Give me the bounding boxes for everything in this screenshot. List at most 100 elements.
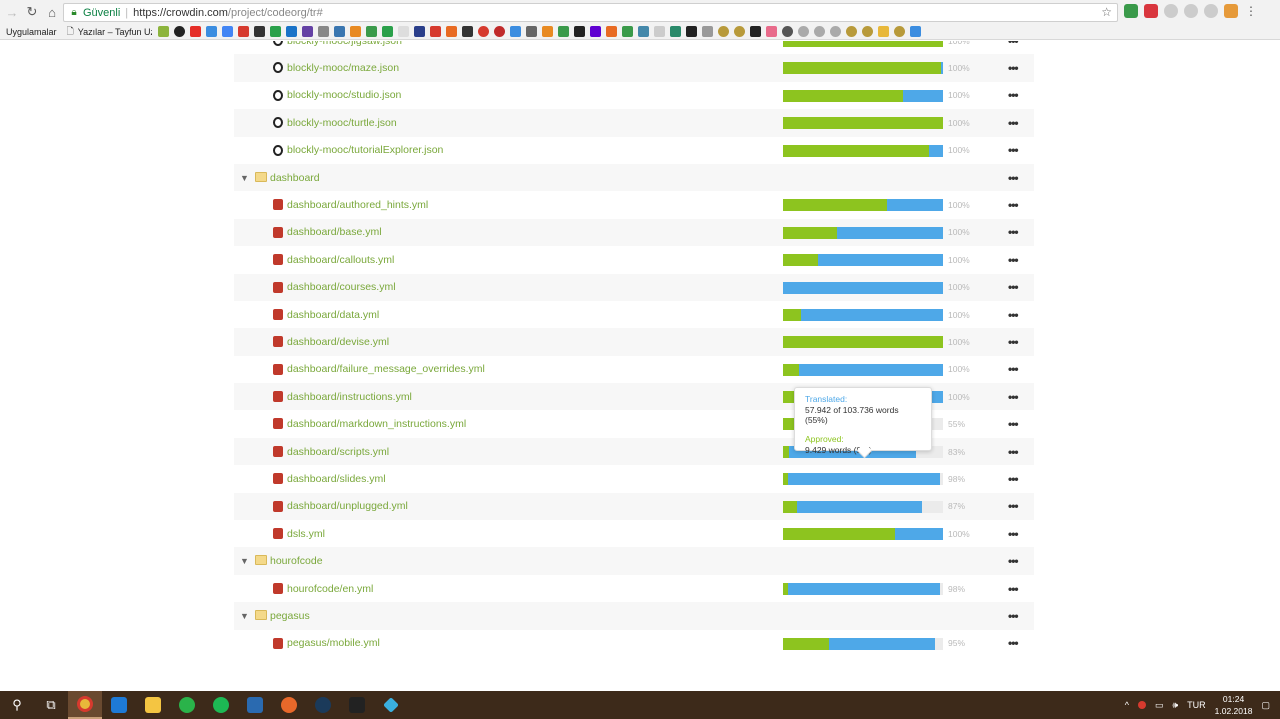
bookmark-icon[interactable] — [365, 26, 377, 37]
file-name-link[interactable]: dashboard/failure_message_overrides.yml — [287, 363, 485, 375]
spotify-taskbar-icon[interactable] — [204, 691, 238, 719]
file-row[interactable]: dashboard/base.yml 100% ••• — [234, 218, 1034, 247]
progress-bar[interactable] — [783, 62, 943, 75]
bookmark-icon[interactable] — [797, 26, 809, 37]
file-row[interactable]: hourofcode/en.yml 98% ••• — [234, 575, 1034, 602]
file-row[interactable]: dashboard/failure_message_overrides.yml 1… — [234, 356, 1034, 383]
file-name-link[interactable]: pegasus/mobile.yml — [287, 637, 380, 649]
extension-gray-icon-2[interactable] — [1184, 4, 1198, 18]
progress-bar[interactable] — [783, 363, 943, 376]
file-name-link[interactable]: dashboard/data.yml — [287, 309, 379, 321]
more-options-icon[interactable]: ••• — [1008, 636, 1019, 650]
file-row[interactable]: dashboard/slides.yml 98% ••• — [234, 465, 1034, 492]
more-options-icon[interactable]: ••• — [1008, 527, 1019, 541]
explorer-taskbar-icon[interactable] — [136, 691, 170, 719]
file-name-link[interactable]: dashboard/callouts.yml — [287, 254, 394, 266]
more-options-icon[interactable]: ••• — [1008, 554, 1019, 568]
bookmark-icon[interactable] — [237, 26, 249, 37]
extension-red-icon[interactable] — [1144, 4, 1158, 18]
bookmark-icon[interactable] — [861, 26, 873, 37]
more-options-icon[interactable]: ••• — [1008, 116, 1019, 130]
progress-bar[interactable] — [783, 336, 943, 349]
file-row[interactable]: blockly-mooc/jigsaw.json 100% ••• — [234, 41, 1034, 54]
bookmark-icon[interactable] — [733, 26, 745, 37]
folder-row[interactable]: ▼ dashboard ••• — [234, 163, 1034, 192]
file-row[interactable]: blockly-mooc/tutorialExplorer.json 100% ••… — [234, 137, 1034, 164]
file-row[interactable]: dsls.yml 100% ••• — [234, 520, 1034, 547]
file-name-link[interactable]: blockly-mooc/maze.json — [287, 62, 399, 74]
twitch-icon[interactable] — [301, 26, 313, 37]
task-view-icon[interactable]: ⧉ — [34, 691, 68, 719]
progress-bar[interactable] — [783, 199, 943, 212]
bookmark-icon[interactable] — [525, 26, 537, 37]
github-icon[interactable] — [173, 26, 185, 37]
file-name-link[interactable]: dashboard/instructions.yml — [287, 391, 412, 403]
extension-gray-icon-3[interactable] — [1204, 4, 1218, 18]
bookmark-icon[interactable] — [909, 26, 921, 37]
bookmark-icon[interactable] — [253, 26, 265, 37]
bookmark-icon[interactable] — [653, 26, 665, 37]
folder-row[interactable]: ▼ hourofcode ••• — [234, 547, 1034, 575]
bookmark-icon[interactable] — [669, 26, 681, 37]
folder-name[interactable]: pegasus — [270, 610, 310, 622]
extension-orange-icon[interactable] — [1224, 4, 1238, 18]
file-row[interactable]: dashboard/callouts.yml 100% ••• — [234, 246, 1034, 273]
file-name-link[interactable]: blockly-mooc/jigsaw.json — [287, 41, 402, 47]
collapse-caret-icon[interactable]: ▼ — [240, 556, 249, 566]
file-name-link[interactable]: dashboard/slides.yml — [287, 473, 386, 485]
apps-bookmark[interactable]: Uygulamalar — [6, 27, 57, 37]
whatsapp-taskbar-icon[interactable] — [170, 691, 204, 719]
file-row[interactable]: blockly-mooc/turtle.json 100% ••• — [234, 109, 1034, 137]
game-taskbar-icon[interactable] — [340, 691, 374, 719]
progress-bar[interactable] — [783, 254, 943, 267]
extension-green-icon[interactable] — [1124, 4, 1138, 18]
bookmark-icon[interactable] — [477, 26, 489, 37]
file-name-link[interactable]: dashboard/scripts.yml — [287, 446, 389, 458]
bookmark-icon[interactable] — [749, 26, 761, 37]
file-name-link[interactable]: blockly-mooc/turtle.json — [287, 117, 397, 129]
file-name-link[interactable]: blockly-mooc/tutorialExplorer.json — [287, 144, 443, 156]
bookmark-icon[interactable] — [765, 26, 777, 37]
bookmark-icon[interactable] — [829, 26, 841, 37]
steam-taskbar-icon[interactable] — [306, 691, 340, 719]
file-row[interactable]: pegasus/mobile.yml 95% ••• — [234, 630, 1034, 657]
file-row[interactable]: blockly-mooc/maze.json 100% ••• — [234, 54, 1034, 82]
bookmark-icon[interactable] — [285, 26, 297, 37]
volume-icon[interactable]: 🕪︎ — [1172, 700, 1178, 711]
progress-bar[interactable] — [783, 89, 943, 102]
more-options-icon[interactable]: ••• — [1008, 280, 1019, 294]
bookmark-icon[interactable] — [893, 26, 905, 37]
file-name-link[interactable]: dashboard/markdown_instructions.yml — [287, 418, 466, 430]
bookmark-icon[interactable] — [413, 26, 425, 37]
bookmark-icon[interactable] — [317, 26, 329, 37]
progress-bar[interactable] — [783, 308, 943, 321]
bookmark-icon[interactable] — [573, 26, 585, 37]
origin-taskbar-icon[interactable] — [272, 691, 306, 719]
tray-chevron-icon[interactable]: ^ — [1125, 700, 1129, 710]
bookmark-icon[interactable] — [429, 26, 441, 37]
clock[interactable]: 01:24 1.02.2018 — [1215, 693, 1253, 717]
progress-bar[interactable] — [783, 473, 943, 486]
more-options-icon[interactable]: ••• — [1008, 362, 1019, 376]
bookmark-icon[interactable] — [701, 26, 713, 37]
language-indicator[interactable]: TUR — [1187, 700, 1206, 710]
file-row[interactable]: dashboard/authored_hints.yml 100% ••• — [234, 191, 1034, 218]
collapse-caret-icon[interactable]: ▼ — [240, 611, 249, 621]
bookmark-icon[interactable] — [541, 26, 553, 37]
file-name-link[interactable]: dashboard/authored_hints.yml — [287, 199, 428, 211]
progress-bar[interactable] — [783, 281, 943, 294]
more-options-icon[interactable]: ••• — [1008, 225, 1019, 239]
more-options-icon[interactable]: ••• — [1008, 308, 1019, 322]
bookmark-icon[interactable] — [461, 26, 473, 37]
notifications-icon[interactable]: ▢ — [1261, 700, 1270, 711]
bookmark-icon[interactable] — [381, 26, 393, 37]
progress-bar[interactable] — [783, 41, 943, 47]
folder-name[interactable]: hourofcode — [270, 555, 323, 567]
file-name-link[interactable]: blockly-mooc/studio.json — [287, 89, 401, 101]
bookmark-icon[interactable] — [685, 26, 697, 37]
more-options-icon[interactable]: ••• — [1008, 171, 1019, 185]
progress-bar[interactable] — [783, 528, 943, 541]
bookmark-icon[interactable] — [605, 26, 617, 37]
progress-bar[interactable] — [783, 500, 943, 513]
more-options-icon[interactable]: ••• — [1008, 61, 1019, 75]
